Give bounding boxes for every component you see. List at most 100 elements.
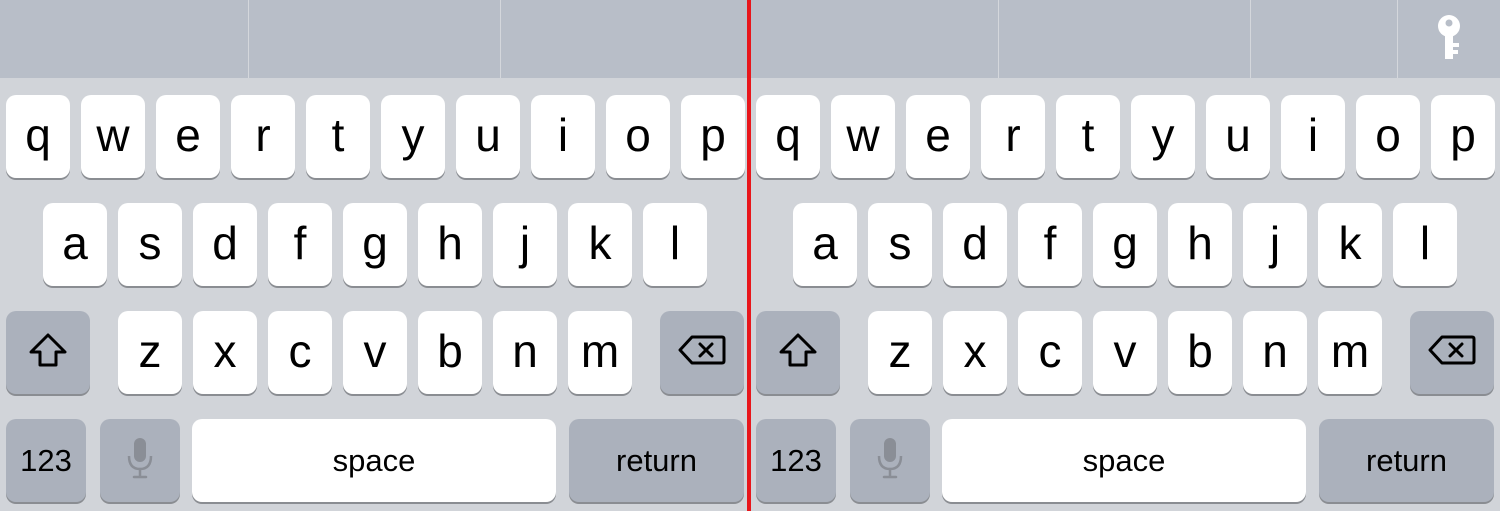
return-key[interactable]: return	[1319, 419, 1494, 502]
key-q[interactable]: q	[756, 95, 820, 178]
key-s[interactable]: s	[118, 203, 182, 286]
key-t[interactable]: t	[306, 95, 370, 178]
shift-key[interactable]	[6, 311, 90, 394]
key-f[interactable]: f	[268, 203, 332, 286]
return-key[interactable]: return	[569, 419, 744, 502]
keyboard-right: q w e r t y u i o p a s d f g h j k l z x c v b n m 123 space return	[750, 0, 1500, 511]
key-j[interactable]: j	[493, 203, 557, 286]
shift-arrow-icon	[777, 332, 819, 373]
key-label: z	[888, 324, 912, 377]
key-label: s	[138, 216, 162, 269]
key-h[interactable]: h	[418, 203, 482, 286]
key-g[interactable]: g	[343, 203, 407, 286]
key-d[interactable]: d	[943, 203, 1007, 286]
numbers-key-label: 123	[20, 443, 72, 478]
key-e[interactable]: e	[156, 95, 220, 178]
space-key[interactable]: space	[942, 419, 1306, 502]
key-n[interactable]: n	[493, 311, 557, 394]
suggestion-divider	[1250, 0, 1251, 78]
dictation-key[interactable]	[100, 419, 180, 502]
divider-line	[747, 0, 751, 511]
key-y[interactable]: y	[1131, 95, 1195, 178]
key-a[interactable]: a	[793, 203, 857, 286]
key-m[interactable]: m	[568, 311, 632, 394]
suggestion-divider	[998, 0, 999, 78]
key-label: e	[925, 108, 951, 161]
key-c[interactable]: c	[1018, 311, 1082, 394]
key-label: z	[138, 324, 162, 377]
key-label: v	[363, 324, 387, 377]
key-d[interactable]: d	[193, 203, 257, 286]
key-l[interactable]: l	[643, 203, 707, 286]
key-a[interactable]: a	[43, 203, 107, 286]
key-g[interactable]: g	[1093, 203, 1157, 286]
key-label: a	[62, 216, 88, 269]
key-i[interactable]: i	[531, 95, 595, 178]
suggestion-bar	[750, 0, 1500, 78]
key-h[interactable]: h	[1168, 203, 1232, 286]
space-key-label: space	[332, 443, 416, 478]
key-o[interactable]: o	[606, 95, 670, 178]
key-b[interactable]: b	[1168, 311, 1232, 394]
key-i[interactable]: i	[1281, 95, 1345, 178]
key-label: f	[1043, 216, 1057, 269]
key-j[interactable]: j	[1243, 203, 1307, 286]
key-label: u	[475, 108, 501, 161]
key-label: i	[1307, 108, 1319, 161]
key-t[interactable]: t	[1056, 95, 1120, 178]
numbers-key[interactable]: 123	[756, 419, 836, 502]
key-p[interactable]: p	[681, 95, 745, 178]
key-x[interactable]: x	[193, 311, 257, 394]
key-k[interactable]: k	[1318, 203, 1382, 286]
key-v[interactable]: v	[1093, 311, 1157, 394]
return-key-label: return	[616, 443, 697, 478]
key-o[interactable]: o	[1356, 95, 1420, 178]
key-b[interactable]: b	[418, 311, 482, 394]
key-label: e	[175, 108, 201, 161]
key-label: y	[401, 108, 425, 161]
key-q[interactable]: q	[6, 95, 70, 178]
key-z[interactable]: z	[868, 311, 932, 394]
key-s[interactable]: s	[868, 203, 932, 286]
key-v[interactable]: v	[343, 311, 407, 394]
key-w[interactable]: w	[81, 95, 145, 178]
key-label: t	[1081, 108, 1095, 161]
numbers-key[interactable]: 123	[6, 419, 86, 502]
key-label: k	[1338, 216, 1362, 269]
shift-key[interactable]	[756, 311, 840, 394]
key-c[interactable]: c	[268, 311, 332, 394]
key-r[interactable]: r	[231, 95, 295, 178]
key-label: p	[1450, 108, 1476, 161]
key-e[interactable]: e	[906, 95, 970, 178]
key-m[interactable]: m	[1318, 311, 1382, 394]
key-r[interactable]: r	[981, 95, 1045, 178]
key-p[interactable]: p	[1431, 95, 1495, 178]
key-z[interactable]: z	[118, 311, 182, 394]
key-label: j	[1269, 216, 1281, 269]
key-u[interactable]: u	[456, 95, 520, 178]
key-n[interactable]: n	[1243, 311, 1307, 394]
key-k[interactable]: k	[568, 203, 632, 286]
delete-key[interactable]	[660, 311, 744, 394]
key-label: l	[1419, 216, 1431, 269]
key-l[interactable]: l	[1393, 203, 1457, 286]
key-label: d	[212, 216, 238, 269]
key-label: o	[625, 108, 651, 161]
password-key-button[interactable]	[1398, 0, 1500, 78]
key-label: s	[888, 216, 912, 269]
key-f[interactable]: f	[1018, 203, 1082, 286]
microphone-icon	[126, 436, 154, 485]
shift-arrow-icon	[27, 332, 69, 373]
key-y[interactable]: y	[381, 95, 445, 178]
key-w[interactable]: w	[831, 95, 895, 178]
key-label: b	[1187, 324, 1213, 377]
key-label: x	[963, 324, 987, 377]
key-x[interactable]: x	[943, 311, 1007, 394]
space-key[interactable]: space	[192, 419, 556, 502]
microphone-icon	[876, 436, 904, 485]
delete-key[interactable]	[1410, 311, 1494, 394]
key-label: d	[962, 216, 988, 269]
return-key-label: return	[1366, 443, 1447, 478]
dictation-key[interactable]	[850, 419, 930, 502]
key-u[interactable]: u	[1206, 95, 1270, 178]
